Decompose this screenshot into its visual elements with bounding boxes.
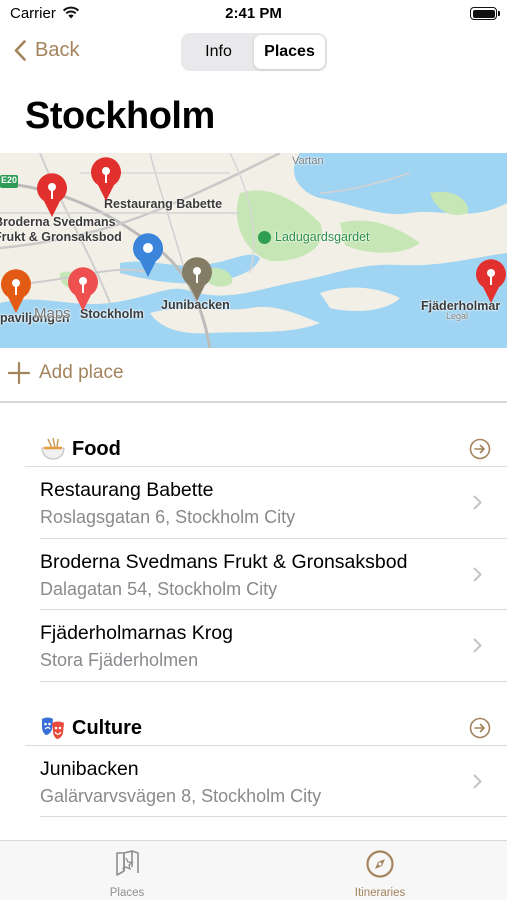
- back-button[interactable]: Back: [14, 39, 79, 62]
- map-label-broderna-2: Frukt & Gronsaksbod: [0, 230, 122, 244]
- info-places-segmented-control[interactable]: Info Places: [181, 33, 327, 71]
- tab-itineraries[interactable]: Itineraries: [315, 849, 445, 899]
- add-place-label: Add place: [39, 362, 124, 383]
- theater-masks-icon: [42, 717, 64, 739]
- chevron-right-icon: [473, 638, 482, 653]
- divider: [0, 401, 507, 403]
- chevron-left-icon: [14, 40, 26, 61]
- chevron-right-icon: [473, 567, 482, 582]
- section-header-culture: Culture: [40, 715, 142, 741]
- map-pin-babette[interactable]: [88, 155, 124, 203]
- app-screen: Carrier 2:41 PM Back Info Places Stockho…: [0, 0, 507, 900]
- place-row-junibacken[interactable]: Junibacken Galärvarvsvägen 8, Stockholm …: [0, 746, 507, 817]
- tab-places-label: Places: [109, 887, 145, 899]
- chevron-right-icon: [473, 495, 482, 510]
- place-name: Restaurang Babette: [40, 479, 214, 501]
- place-address: Dalagatan 54, Stockholm City: [40, 579, 278, 599]
- map-bookmark-icon: [116, 850, 139, 876]
- place-row-broderna-svedmans[interactable]: Broderna Svedmans Frukt & Gronsaksbod Da…: [0, 539, 507, 610]
- map-view[interactable]: E20 Vartan Restaurang Babette Broderna S…: [0, 153, 507, 348]
- map-pin-broderna[interactable]: [34, 171, 70, 219]
- place-row-restaurang-babette[interactable]: Restaurang Babette Roslagsgatan 6, Stock…: [0, 467, 507, 538]
- park-icon: [258, 231, 271, 244]
- place-name: Broderna Svedmans Frukt & Gronsaksbod: [40, 551, 408, 573]
- section-header-food: Food: [40, 436, 121, 462]
- compass-icon: [366, 850, 394, 878]
- map-base: [0, 153, 507, 348]
- plus-icon: [8, 362, 30, 384]
- navigation-bar: Back Info Places: [0, 28, 507, 80]
- map-label-ladugardsgardet: Ladugardsgardet: [275, 230, 370, 244]
- clock: 2:41 PM: [225, 5, 282, 22]
- map-label-vartan: Vartan: [292, 155, 324, 167]
- place-name: Junibacken: [40, 758, 139, 780]
- food-section-go-icon[interactable]: [469, 438, 491, 460]
- battery-icon: [470, 7, 500, 20]
- map-pin-orange[interactable]: [0, 267, 34, 315]
- map-legal-link[interactable]: Legal: [446, 311, 468, 321]
- place-row-fjaderholmarnas-krog[interactable]: Fjäderholmarnas Krog Stora Fjäderholmen: [0, 610, 507, 681]
- map-pin-stockholm[interactable]: [65, 265, 101, 313]
- row-divider: [40, 681, 507, 682]
- section-title-culture: Culture: [72, 716, 142, 739]
- map-pin-junibacken[interactable]: [179, 255, 215, 303]
- tab-bar: Places Itineraries: [0, 840, 507, 900]
- place-address: Roslagsgatan 6, Stockholm City: [40, 507, 296, 527]
- segment-info[interactable]: Info: [183, 35, 254, 69]
- back-button-label: Back: [35, 39, 80, 61]
- map-pin-fjaderholmarna[interactable]: [473, 257, 507, 305]
- place-name: Fjäderholmarnas Krog: [40, 622, 233, 644]
- tab-places[interactable]: Places: [62, 849, 192, 899]
- page-title: Stockholm: [25, 95, 215, 137]
- map-pin-blue[interactable]: [130, 231, 166, 279]
- map-label-e20: E20: [1, 175, 18, 185]
- section-title-food: Food: [72, 437, 121, 460]
- row-divider: [40, 816, 507, 817]
- tab-itineraries-label: Itineraries: [354, 887, 406, 899]
- culture-section-go-icon[interactable]: [469, 717, 491, 739]
- place-address: Galärvarvsvägen 8, Stockholm City: [40, 786, 322, 806]
- place-address: Stora Fjäderholmen: [40, 650, 199, 670]
- noodle-bowl-icon: [41, 437, 65, 460]
- add-place-button[interactable]: Add place: [8, 362, 124, 384]
- status-bar: Carrier 2:41 PM: [0, 0, 507, 28]
- chevron-right-icon: [473, 774, 482, 789]
- segment-places[interactable]: Places: [254, 35, 325, 69]
